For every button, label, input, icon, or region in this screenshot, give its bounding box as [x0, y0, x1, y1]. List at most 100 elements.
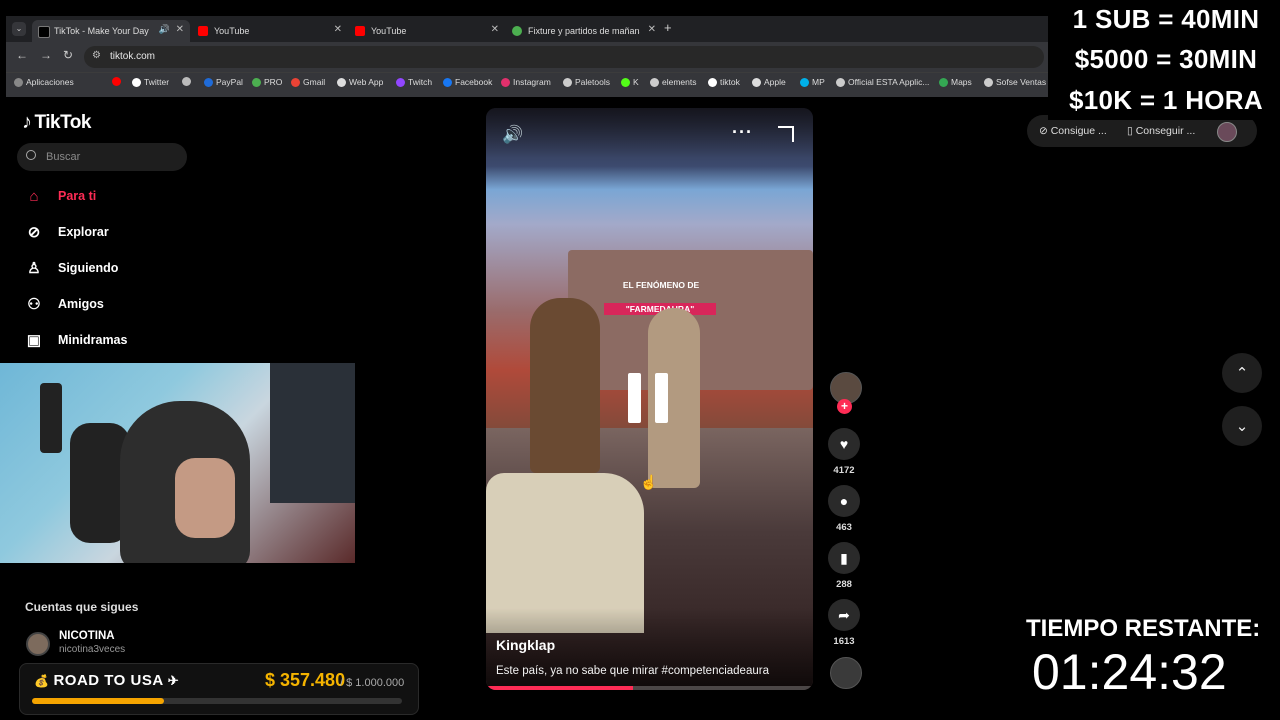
bookmark-item[interactable]: Aplicaciones — [14, 77, 74, 87]
avatar[interactable] — [26, 632, 50, 656]
new-tab-button[interactable]: + — [664, 20, 672, 35]
fixture-favicon-icon — [512, 26, 522, 36]
mouse-cursor-icon: ☝ — [640, 474, 658, 490]
fullscreen-icon[interactable] — [778, 126, 794, 142]
get-coins-button[interactable]: ⊘ Consigue ... — [1039, 125, 1107, 137]
bookmark-label: tiktok — [720, 77, 740, 87]
goal-title-text: ROAD TO USA — [53, 672, 164, 689]
tab-title: TikTok - Make Your Day — [54, 26, 149, 36]
window — [270, 363, 355, 503]
bookmark-item[interactable] — [112, 77, 121, 86]
bookmark-label: elements — [662, 77, 697, 87]
browser-window: ⌄ TikTok - Make Your Day 🔊 ✕ YouTube ✕ Y… — [6, 16, 1050, 97]
bookmark-item[interactable]: Sofse Ventas — [984, 77, 1046, 87]
bookmark-item[interactable]: Gmail — [291, 77, 325, 87]
bookmark-label: Maps — [951, 77, 972, 87]
video-author[interactable]: Kingklap — [496, 637, 555, 653]
comment-button[interactable]: ● — [828, 485, 860, 517]
like-button[interactable]: ♥ — [828, 428, 860, 460]
share-icon: ➦ — [838, 606, 850, 623]
nav-item-amigos[interactable]: ⚇ Amigos — [24, 293, 104, 315]
bookmark-item[interactable]: Official ESTA Applic... — [836, 77, 929, 87]
url-text: tiktok.com — [110, 51, 156, 62]
back-icon[interactable]: ← — [16, 48, 28, 62]
address-bar[interactable]: ⚙ tiktok.com — [84, 46, 1044, 68]
get-app-button[interactable]: ▯ Conseguir ... — [1127, 125, 1195, 137]
user-plus-icon: ♙ — [27, 260, 41, 277]
volume-icon[interactable]: 🔊 — [502, 125, 523, 145]
nav-label: Siguiendo — [58, 261, 119, 275]
tab-search-button[interactable]: ⌄ — [12, 22, 26, 36]
bookmark-label: Sofse Ventas — [996, 77, 1047, 87]
tab-tiktok[interactable]: TikTok - Make Your Day 🔊 ✕ — [32, 20, 190, 42]
youtube-favicon-icon — [355, 26, 365, 36]
bookmark-item[interactable]: Twitch — [396, 77, 432, 87]
bookmark-item[interactable]: K — [621, 77, 639, 87]
bookmark-favicon-icon — [396, 77, 405, 87]
chevron-up-icon: ⌃ — [1235, 365, 1249, 382]
goal-progress-track — [32, 698, 402, 704]
bookmark-item[interactable]: Twitter — [132, 77, 169, 87]
tab-fixture[interactable]: Fixture y partidos de mañana e ✕ — [506, 20, 662, 42]
more-options-icon[interactable]: ··· — [732, 122, 753, 143]
bookmark-item[interactable]: elements — [650, 77, 697, 87]
nav-item-siguiendo[interactable]: ♙ Siguiendo — [24, 257, 118, 279]
nav-item-minidramas[interactable]: ▣ Minidramas — [24, 329, 128, 351]
comment-icon: ● — [839, 493, 849, 509]
youtube-favicon-icon — [198, 26, 208, 36]
nav-label: Amigos — [58, 297, 104, 311]
bookmark-item[interactable]: PayPal — [204, 77, 243, 87]
bookmark-label: Web App — [349, 77, 384, 87]
forward-icon[interactable]: → — [40, 48, 52, 62]
close-tab-icon[interactable]: ✕ — [648, 24, 656, 35]
friends-icon: ⚇ — [27, 296, 41, 313]
bookmark-item[interactable]: Apple — [752, 77, 786, 87]
bookmark-item[interactable]: Paletools — [563, 77, 610, 87]
phone-icon: ▯ — [1127, 125, 1136, 137]
search-input[interactable]: Buscar — [17, 143, 187, 171]
share-button[interactable]: ➦ — [828, 599, 860, 631]
bookmarks-bar: Aplicaciones Twitter PayPal PRO Gmail Web App… — [6, 72, 1050, 97]
screen-title: EL FENÓMENO DE — [622, 280, 700, 290]
bookmark-item[interactable]: Facebook — [443, 77, 492, 87]
follow-plus-icon[interactable]: + — [837, 399, 852, 414]
reload-icon[interactable]: ↻ — [63, 48, 73, 62]
bookmark-item[interactable]: tiktok — [708, 77, 740, 87]
video-progress-fill — [486, 686, 634, 690]
profile-avatar[interactable] — [1217, 122, 1237, 142]
following-name[interactable]: NICOTINA — [59, 630, 115, 642]
money-bag-icon: 💰 — [34, 674, 50, 688]
bookmark-item[interactable] — [182, 77, 191, 86]
nav-label: Explorar — [58, 225, 109, 239]
tab-youtube-2[interactable]: YouTube ✕ — [349, 20, 505, 42]
pause-icon[interactable] — [626, 373, 676, 429]
site-info-icon[interactable]: ⚙ — [92, 50, 101, 61]
bookmark-item[interactable]: Web App — [337, 77, 383, 87]
video-caption: Este país, ya no sabe que mirar #compete… — [496, 665, 769, 677]
sound-avatar[interactable] — [830, 657, 862, 689]
close-tab-icon[interactable]: ✕ — [334, 24, 342, 35]
bookmark-icon: ▮ — [840, 549, 848, 566]
heart-icon: ♥ — [839, 436, 849, 452]
bookmark-item[interactable]: MP — [800, 77, 825, 87]
next-video-button[interactable]: ⌄ — [1222, 406, 1262, 446]
logo-text: TikTok — [34, 112, 92, 133]
bookmark-item[interactable]: Maps — [939, 77, 972, 87]
bookmark-label: Instagram — [513, 77, 551, 87]
get-coins-label: Consigue ... — [1050, 125, 1107, 137]
close-tab-icon[interactable]: ✕ — [491, 24, 499, 35]
search-placeholder: Buscar — [46, 151, 81, 163]
nav-item-para-ti[interactable]: ⌂ Para ti — [24, 185, 96, 207]
previous-video-button[interactable]: ⌃ — [1222, 353, 1262, 393]
speaker-icon[interactable]: 🔊 — [159, 24, 170, 35]
nav-item-explorar[interactable]: ⊘ Explorar — [24, 221, 109, 243]
bookmark-item[interactable]: PRO — [252, 77, 282, 87]
bookmark-item[interactable]: Instagram — [501, 77, 551, 87]
save-button[interactable]: ▮ — [828, 542, 860, 574]
tab-youtube-1[interactable]: YouTube ✕ — [192, 20, 348, 42]
video-player[interactable]: EL FENÓMENO DE "FARMEDAURA" 🔊 ··· Kingkl… — [486, 108, 813, 690]
video-progress-bar[interactable] — [486, 686, 813, 690]
close-tab-icon[interactable]: ✕ — [176, 24, 184, 35]
tiktok-logo[interactable]: ♪ TikTok — [22, 111, 91, 134]
webcam-feed — [0, 363, 355, 563]
